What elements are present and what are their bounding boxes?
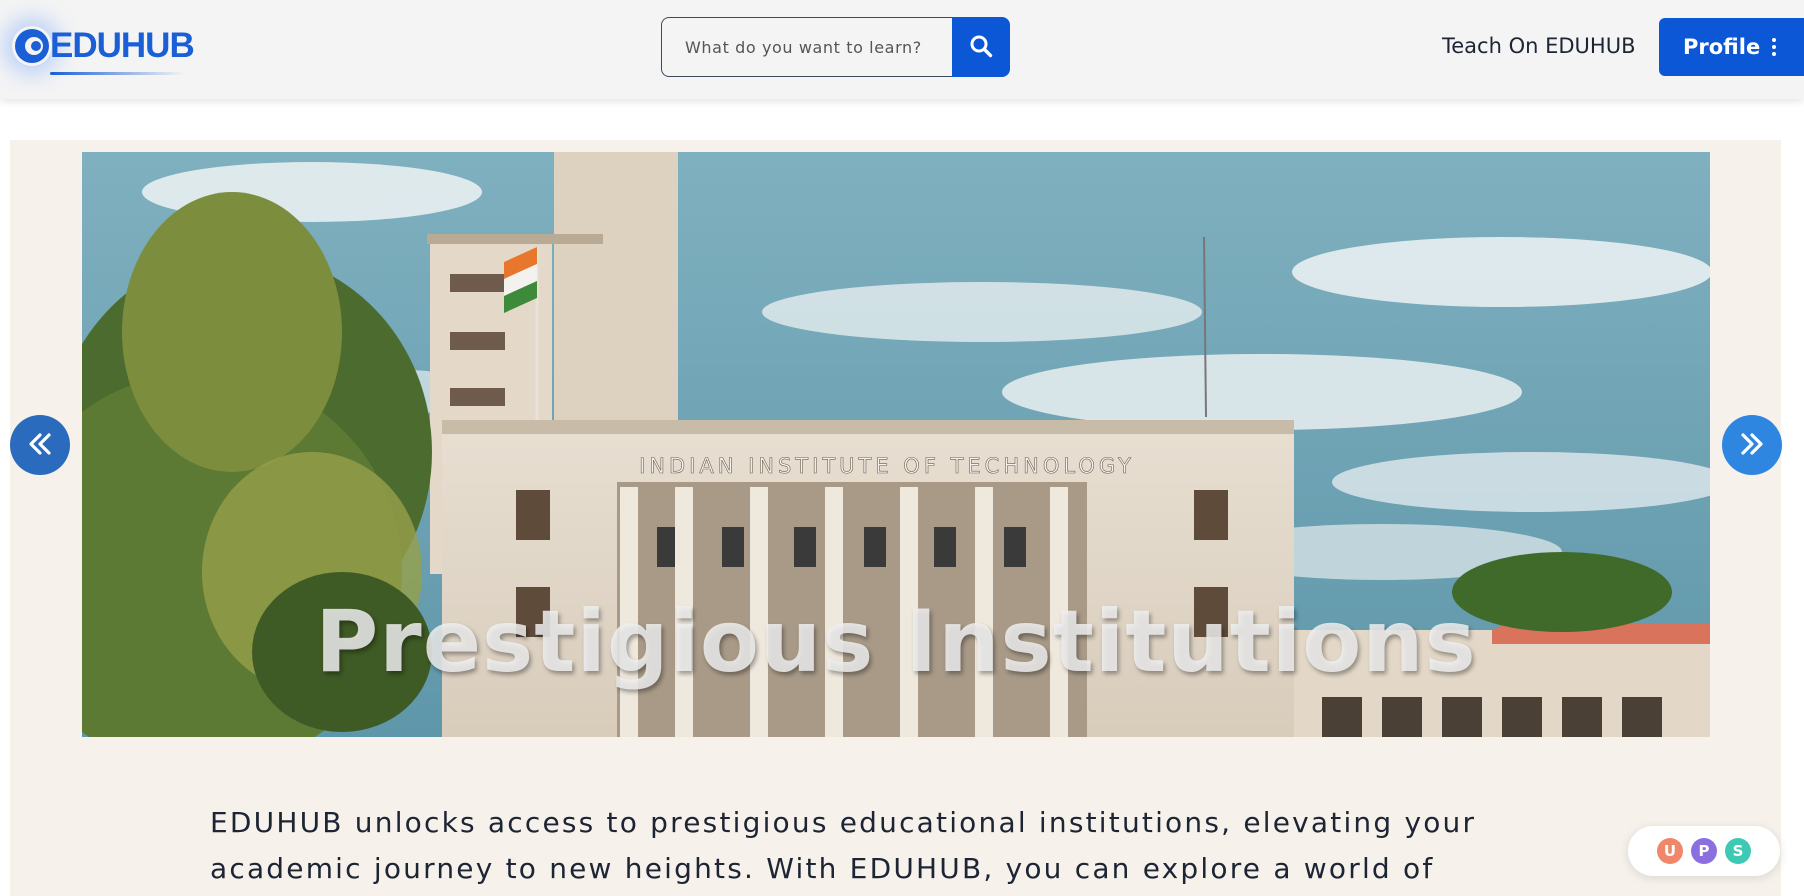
slide-caption: Prestigious Institutions bbox=[315, 592, 1477, 692]
profile-button[interactable]: Profile bbox=[1659, 18, 1804, 76]
hero-section: INDIAN INSTITUTE OF TECHNOLOGY Prestigio… bbox=[10, 140, 1782, 896]
hero-description: EDUHUB unlocks access to prestigious edu… bbox=[210, 806, 1477, 885]
teach-on-eduhub-link[interactable]: Teach On EDUHUB bbox=[1442, 34, 1635, 58]
logo-underline bbox=[50, 72, 184, 75]
avatar[interactable]: P bbox=[1691, 838, 1717, 864]
online-users-pill[interactable]: U P S bbox=[1628, 826, 1780, 876]
avatar[interactable]: U bbox=[1657, 838, 1683, 864]
profile-button-label: Profile bbox=[1683, 35, 1761, 59]
search-button[interactable] bbox=[952, 17, 1010, 77]
carousel-slide-image: INDIAN INSTITUTE OF TECHNOLOGY Prestigio… bbox=[82, 152, 1710, 737]
search-icon bbox=[969, 34, 993, 61]
logo-glow-icon bbox=[12, 26, 52, 66]
avatar[interactable]: S bbox=[1725, 838, 1751, 864]
chevron-double-right-icon bbox=[1738, 430, 1766, 461]
building-sign-text: INDIAN INSTITUTE OF TECHNOLOGY bbox=[639, 454, 1135, 478]
search-input[interactable] bbox=[661, 17, 953, 77]
top-navbar: EDUHUB Teach On EDUHUB Profile bbox=[0, 0, 1804, 99]
carousel-next-button[interactable] bbox=[1722, 415, 1782, 475]
carousel-prev-button[interactable] bbox=[10, 415, 70, 475]
chevron-double-left-icon bbox=[26, 430, 54, 461]
kebab-icon bbox=[1772, 38, 1777, 56]
logo-text: EDUHUB bbox=[50, 26, 195, 65]
eduhub-logo[interactable]: EDUHUB bbox=[8, 20, 195, 78]
search-bar bbox=[661, 17, 1010, 77]
